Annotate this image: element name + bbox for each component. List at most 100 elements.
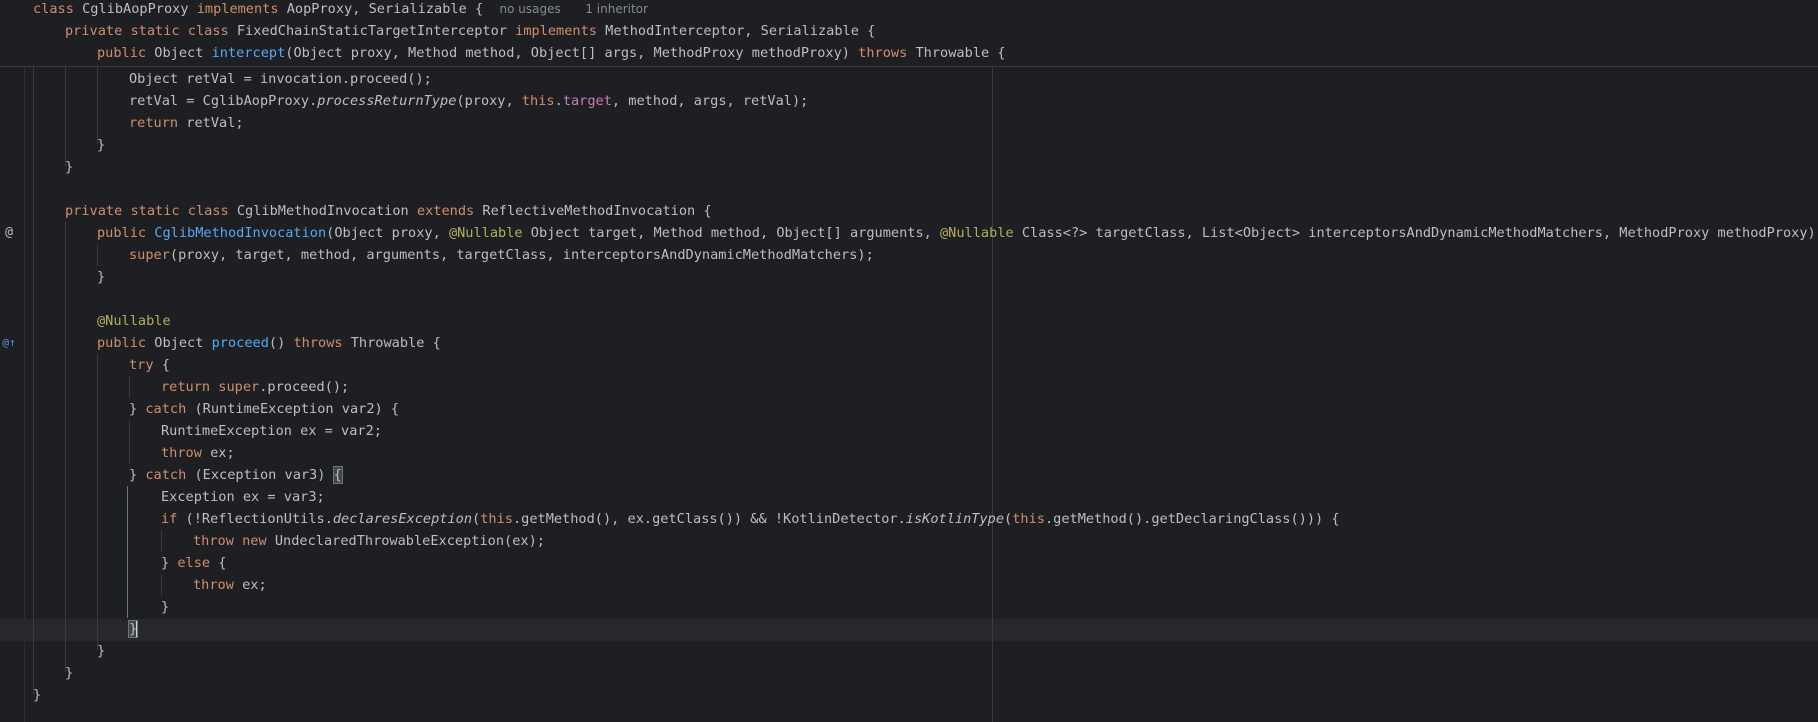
code-line[interactable]: retVal = CglibAopProxy.processReturnType…: [129, 90, 808, 112]
code-line[interactable]: }: [97, 640, 105, 662]
indent-guide: [161, 574, 162, 596]
annotation: @Nullable: [97, 313, 171, 329]
class-name: CglibAopProxy: [82, 1, 189, 17]
code-text: Throwable {: [342, 335, 441, 351]
keyword: catch: [145, 467, 187, 483]
sticky-line-method[interactable]: public Object intercept(Object proxy, Me…: [97, 42, 1006, 64]
code-text: ex;: [201, 445, 235, 461]
code-text: , method, args, retVal);: [611, 93, 809, 109]
code-text: }: [129, 467, 146, 483]
keyword: implements: [196, 1, 279, 17]
code-text: {: [153, 357, 170, 373]
code-line[interactable]: } else {: [161, 552, 227, 574]
code-text: UndeclaredThrowableException(ex);: [266, 533, 545, 549]
keyword: try: [129, 357, 154, 373]
keyword: public: [97, 335, 147, 351]
code-line[interactable]: try {: [129, 354, 170, 376]
static-method-call: processReturnType: [317, 93, 457, 109]
class-name: FixedChainStaticTargetInterceptor: [236, 23, 507, 39]
editor-gutter[interactable]: [0, 0, 25, 722]
sticky-scroll-header[interactable]: class CglibAopProxy implements AopProxy,…: [0, 0, 1818, 67]
code-text: Object target, Method method, Object[] a…: [522, 225, 940, 241]
code-text: }: [97, 137, 106, 153]
code-line[interactable]: }: [97, 134, 105, 156]
code-line[interactable]: throw ex;: [193, 574, 267, 596]
static-method-call: isKotlinType: [905, 511, 1005, 527]
code-line[interactable]: Object retVal = invocation.proceed();: [129, 68, 432, 90]
keyword: super: [218, 379, 260, 395]
method-name: intercept: [211, 45, 286, 61]
keyword: this: [521, 93, 555, 109]
code-text: (RuntimeException var2) {: [186, 401, 400, 417]
code-line[interactable]: RuntimeException ex = var2;: [161, 420, 382, 442]
code-text: }: [33, 687, 42, 703]
code-line[interactable]: throw new UndeclaredThrowableException(e…: [193, 530, 545, 552]
code-text: (proxy,: [456, 93, 522, 109]
code-text: (Exception var3): [186, 467, 334, 483]
code-text: .: [554, 93, 563, 109]
code-line[interactable]: public Object proceed() throws Throwable…: [97, 332, 441, 354]
code-text: (!ReflectionUtils.: [177, 511, 333, 527]
code-text: retVal = CglibAopProxy.: [129, 93, 318, 109]
code-line[interactable]: if (!ReflectionUtils.declaresException(t…: [161, 508, 1340, 530]
keyword: class: [33, 1, 74, 17]
code-line[interactable]: }: [65, 156, 73, 178]
code-line[interactable]: throw ex;: [161, 442, 235, 464]
current-line-highlight: [0, 619, 1818, 641]
code-line[interactable]: }: [33, 684, 41, 706]
keyword: throws: [858, 45, 908, 61]
code-line[interactable]: private static class CglibMethodInvocati…: [65, 200, 712, 222]
inheritors-hint[interactable]: 1 inheritor: [585, 2, 648, 16]
code-line[interactable]: super(proxy, target, method, arguments, …: [129, 244, 874, 266]
keyword: new: [242, 533, 267, 549]
keyword: this: [1012, 511, 1045, 527]
implementing-method-icon[interactable]: @: [0, 222, 18, 244]
annotation: @Nullable: [448, 225, 523, 241]
indent-guide: [65, 66, 66, 166]
code-editor[interactable]: class CglibAopProxy implements AopProxy,…: [0, 0, 1818, 722]
right-margin-guide: [992, 66, 993, 722]
code-line[interactable]: public CglibMethodInvocation(Object prox…: [97, 222, 1818, 244]
code-text: ReflectiveMethodInvocation {: [474, 203, 712, 219]
keyword: super: [129, 247, 170, 263]
constructor-name: CglibMethodInvocation: [154, 225, 327, 241]
indent-guide: [129, 376, 130, 398]
indent-guide: [129, 420, 130, 464]
type-list: MethodInterceptor, Serializable {: [605, 23, 876, 39]
code-line-current[interactable]: }: [127, 618, 139, 640]
indent-guide: [65, 222, 66, 672]
code-text: (Object proxy,: [326, 225, 449, 241]
code-text: .getMethod().getDeclaringClass())) {: [1044, 511, 1340, 527]
code-line[interactable]: }: [65, 662, 73, 684]
code-line[interactable]: return retVal;: [129, 112, 244, 134]
code-text: .getMethod(), ex.getClass()) && !KotlinD…: [512, 511, 906, 527]
static-method-call: declaresException: [332, 511, 473, 527]
code-text: RuntimeException ex = var2;: [161, 423, 382, 439]
code-line[interactable]: Exception ex = var3;: [161, 486, 325, 508]
usages-hint[interactable]: no usages: [500, 2, 561, 16]
type-list: AopProxy, Serializable {: [286, 1, 484, 17]
annotation: @Nullable: [940, 225, 1014, 241]
code-text: (: [1004, 511, 1013, 527]
keyword: throw: [193, 577, 234, 593]
method-name: proceed: [211, 335, 269, 351]
code-text: .proceed();: [259, 379, 350, 395]
code-line[interactable]: }: [97, 266, 105, 288]
parameters: (Object proxy, Method method, Object[] a…: [285, 45, 850, 61]
sticky-line-inner-class[interactable]: private static class FixedChainStaticTar…: [65, 20, 875, 42]
code-line[interactable]: @Nullable: [97, 310, 171, 332]
overriding-method-icon[interactable]: @↑: [0, 332, 18, 354]
sticky-line-class[interactable]: class CglibAopProxy implements AopProxy,…: [33, 0, 648, 20]
code-text: Object retVal = invocation.proceed();: [129, 71, 432, 87]
keyword: throw: [193, 533, 234, 549]
code-line[interactable]: }: [161, 596, 169, 618]
active-indent-guide: [127, 486, 128, 618]
code-text: }: [161, 555, 178, 571]
code-line[interactable]: return super.proceed();: [161, 376, 349, 398]
code-text: }: [97, 269, 106, 285]
code-line[interactable]: } catch (Exception var3) {: [129, 464, 343, 486]
indent-guide: [97, 354, 98, 650]
code-line[interactable]: } catch (RuntimeException var2) {: [129, 398, 399, 420]
code-text: }: [97, 643, 106, 659]
